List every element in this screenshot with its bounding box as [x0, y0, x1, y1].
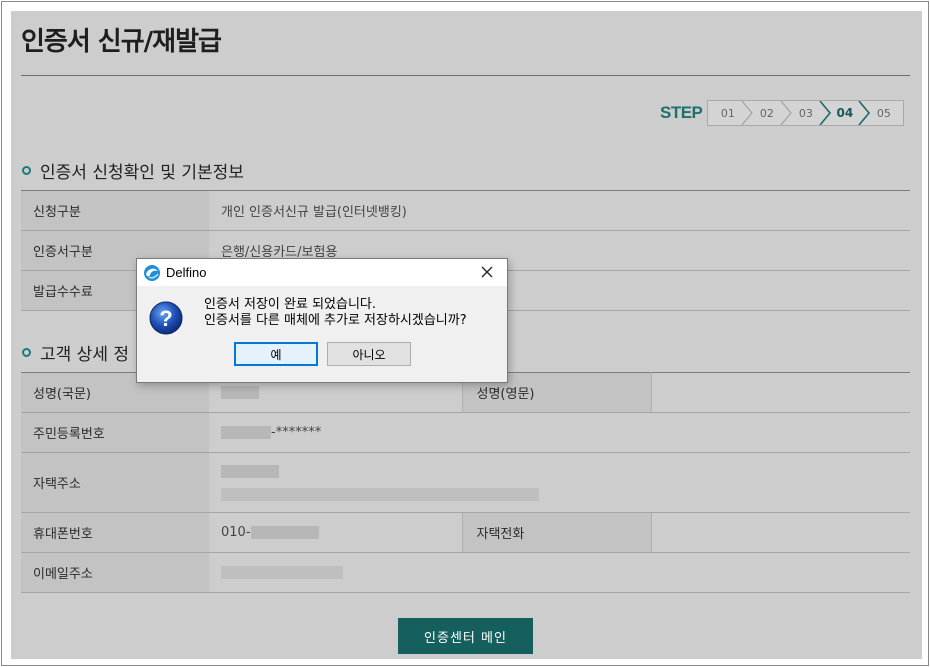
- masked-text: [221, 566, 343, 579]
- step-number: 03: [798, 106, 813, 120]
- masked-text: [221, 426, 271, 439]
- dialog-message: 인증서 저장이 완료 되었습니다. 인증서를 다른 매체에 추가로 저장하시겠습…: [204, 297, 467, 329]
- step-item: 05: [864, 101, 903, 125]
- section-bullet-icon: [22, 166, 31, 175]
- section-heading-text: 인증서 신청확인 및 기본정보: [40, 163, 244, 183]
- page-title: 인증서 신규/재발급: [21, 27, 222, 57]
- mobile-prefix: 010-: [221, 525, 251, 540]
- delfino-dialog: Delfino ? 인증서 저장이 완료 되었습니다. 인증서를 다른 매체에 …: [136, 258, 508, 383]
- certificate-center-main-button[interactable]: 인증센터 메인: [398, 618, 533, 654]
- customer-detail-table: 성명(국문) 성명(영문) 주민등록번호 -******* 자택주소 휴대폰번호…: [21, 372, 910, 593]
- delfino-logo-icon: [144, 264, 160, 281]
- section-bullet-icon: [22, 348, 31, 357]
- step-number: 04: [836, 106, 854, 120]
- yes-button[interactable]: 예: [234, 342, 318, 366]
- row-value: 개인 인증서신규 발급(인터넷뱅킹): [209, 190, 910, 231]
- step-indicator: STEP 01 02 03 04 05: [660, 100, 905, 126]
- close-icon[interactable]: [479, 264, 495, 280]
- question-icon: ?: [149, 301, 183, 335]
- masked-text: [221, 464, 279, 478]
- step-number: 02: [759, 106, 774, 120]
- dialog-message-line: 인증서 저장이 완료 되었습니다.: [204, 297, 377, 312]
- step-number: 01: [720, 106, 735, 120]
- table-row: 신청구분 개인 인증서신규 발급(인터넷뱅킹): [21, 190, 910, 231]
- dialog-title: Delfino: [166, 265, 207, 280]
- svg-text:?: ?: [159, 306, 172, 331]
- name-en-value: [651, 372, 910, 413]
- no-button[interactable]: 아니오: [327, 342, 411, 366]
- table-row: 휴대폰번호 010- 자택전화: [21, 512, 910, 553]
- masked-text: [221, 487, 539, 501]
- section-heading-customer-detail: 고객 상세 정: [22, 340, 129, 365]
- home-phone-value: [651, 512, 910, 553]
- rrn-suffix: -*******: [271, 425, 322, 440]
- address-label: 자택주소: [21, 452, 209, 513]
- masked-text: [221, 386, 259, 399]
- section-heading-basic-info: 인증서 신청확인 및 기본정보: [22, 158, 244, 183]
- table-row: 자택주소: [21, 452, 910, 513]
- dialog-body: ? 인증서 저장이 완료 되었습니다. 인증서를 다른 매체에 추가로 저장하시…: [137, 286, 507, 382]
- email-value: [209, 552, 910, 593]
- step-item: 02: [747, 101, 793, 125]
- rrn-label: 주민등록번호: [21, 412, 209, 453]
- title-divider: [21, 75, 910, 76]
- address-value: [209, 452, 910, 513]
- section-heading-text: 고객 상세 정: [40, 345, 130, 365]
- step-item: 04: [825, 101, 871, 125]
- step-label: STEP: [660, 103, 703, 122]
- row-label: 신청구분: [21, 190, 209, 231]
- mobile-value: 010-: [209, 512, 462, 553]
- step-number: 05: [876, 106, 891, 120]
- table-row: 주민등록번호 -*******: [21, 412, 910, 453]
- email-label: 이메일주소: [21, 552, 209, 593]
- mobile-label: 휴대폰번호: [21, 512, 209, 553]
- step-list: 01 02 03 04 05: [707, 100, 905, 126]
- masked-text: [250, 526, 319, 539]
- step-item: 01: [708, 101, 754, 125]
- dialog-message-line: 인증서를 다른 매체에 추가로 저장하시겠습니까?: [204, 313, 467, 328]
- dialog-titlebar: Delfino: [137, 259, 507, 286]
- rrn-value: -*******: [209, 412, 910, 453]
- home-phone-label: 자택전화: [461, 512, 652, 553]
- table-row: 이메일주소: [21, 552, 910, 593]
- step-item: 03: [786, 101, 832, 125]
